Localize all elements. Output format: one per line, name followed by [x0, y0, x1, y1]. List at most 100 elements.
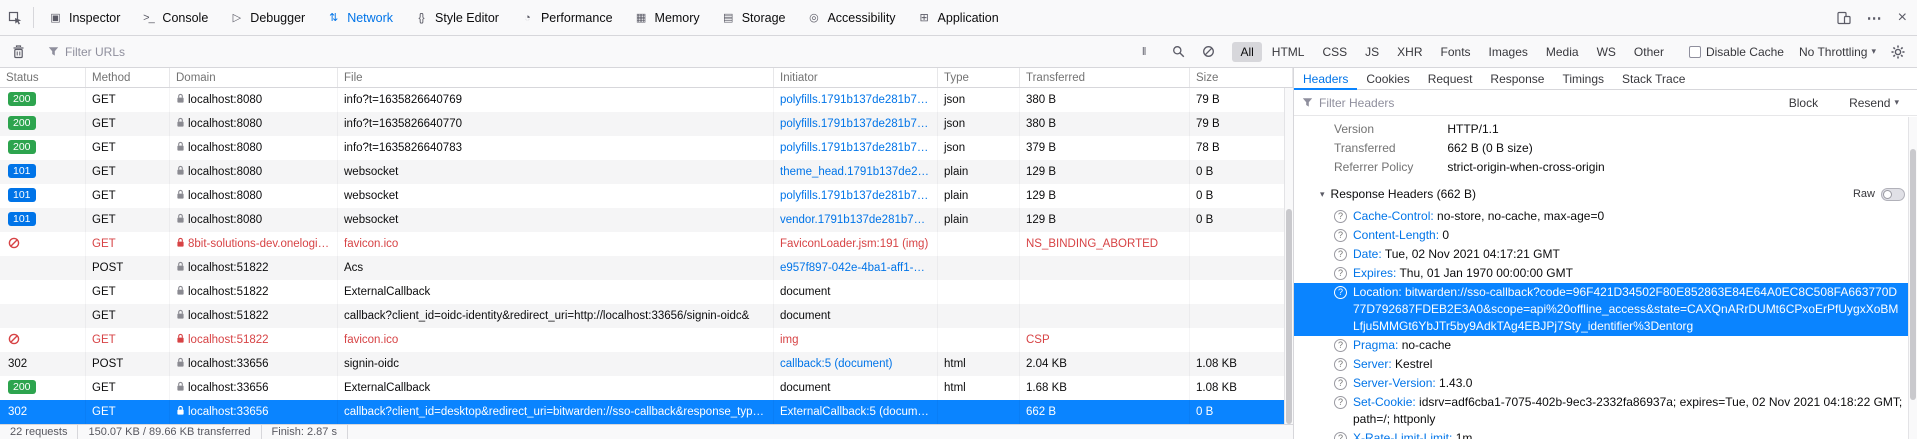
header-row[interactable]: ? Content-Length0 — [1294, 226, 1917, 245]
method-cell: GET — [86, 112, 170, 136]
block-url-button[interactable]: Block — [1783, 96, 1824, 110]
resend-button[interactable]: Resend ▾ — [1843, 96, 1905, 110]
tool-tab-accessibility[interactable]: ◎ Accessibility — [795, 0, 905, 35]
throttling-dropdown[interactable]: No Throttling ▾ — [1793, 45, 1882, 59]
filter-html[interactable]: HTML — [1264, 42, 1313, 62]
tool-tab-performance[interactable]: ◔ Performance — [509, 0, 623, 35]
filter-ws[interactable]: WS — [1589, 42, 1624, 62]
tool-tab-memory[interactable]: ▦ Memory — [623, 0, 710, 35]
close-devtools-button[interactable]: × — [1890, 9, 1915, 27]
meatball-menu-button[interactable]: ⋯ — [1859, 9, 1890, 27]
header-row[interactable]: ? Cache-Controlno-store, no-cache, max-a… — [1294, 207, 1917, 226]
details-tab-headers[interactable]: Headers — [1294, 68, 1357, 89]
filter-images[interactable]: Images — [1481, 42, 1536, 62]
filter-other[interactable]: Other — [1626, 42, 1672, 62]
filter-urls-input[interactable] — [65, 45, 1127, 59]
help-icon[interactable]: ? — [1334, 339, 1347, 352]
requests-scrollbar[interactable] — [1284, 88, 1293, 424]
col-domain[interactable]: Domain — [170, 68, 338, 87]
help-icon[interactable]: ? — [1334, 286, 1347, 299]
request-row[interactable]: 101 GET localhost:8080 websocket vendor.… — [0, 208, 1293, 232]
header-row[interactable]: ? X-Rate-Limit-Limit1m — [1294, 429, 1917, 439]
details-tab-request[interactable]: Request — [1419, 68, 1482, 89]
request-row[interactable]: 200 GET localhost:8080 info?t=1635826640… — [0, 136, 1293, 160]
request-row[interactable]: 101 GET localhost:8080 websocket polyfil… — [0, 184, 1293, 208]
details-tab-response[interactable]: Response — [1481, 68, 1553, 89]
header-value: 1m — [1456, 431, 1473, 439]
filter-fonts[interactable]: Fonts — [1433, 42, 1479, 62]
network-settings-button[interactable] — [1883, 45, 1913, 59]
tool-tab-console[interactable]: >_ Console — [130, 0, 218, 35]
tool-tab-storage[interactable]: ▤ Storage — [710, 0, 796, 35]
help-icon[interactable]: ? — [1334, 210, 1347, 223]
tool-tab-debugger[interactable]: ▷ Debugger — [218, 0, 315, 35]
tool-tab-label: Application — [938, 11, 999, 25]
method-cell: GET — [86, 88, 170, 112]
filter-media[interactable]: Media — [1538, 42, 1587, 62]
raw-toggle[interactable] — [1881, 188, 1905, 201]
request-row[interactable]: GET localhost:51822 callback?client_id=o… — [0, 304, 1293, 328]
header-row[interactable]: ? Pragmano-cache — [1294, 336, 1917, 355]
responsive-design-mode-button[interactable] — [1829, 11, 1859, 25]
request-blocking-button[interactable] — [1194, 45, 1223, 58]
help-icon[interactable]: ? — [1334, 267, 1347, 280]
request-row[interactable]: 302 GET localhost:33656 callback?client_… — [0, 400, 1293, 424]
domain-cell: localhost:8080 — [170, 184, 338, 208]
scrollbar-thumb[interactable] — [1910, 149, 1916, 400]
transferred-cell — [1020, 256, 1190, 280]
col-transferred[interactable]: Transferred — [1020, 68, 1190, 87]
help-icon[interactable]: ? — [1334, 432, 1347, 439]
header-row[interactable]: ? ServerKestrel — [1294, 355, 1917, 374]
tool-tab-network[interactable]: ⇅ Network — [315, 0, 403, 35]
tool-tab-icon: ▣ — [47, 11, 63, 24]
pause-traffic-button[interactable]: ‖ — [1134, 46, 1156, 58]
search-button[interactable] — [1164, 45, 1193, 58]
tool-tab-inspector[interactable]: ▣ Inspector — [37, 0, 130, 35]
disable-cache-checkbox[interactable]: Disable Cache — [1681, 45, 1792, 59]
header-row[interactable]: ? DateTue, 02 Nov 2021 04:17:21 GMT — [1294, 245, 1917, 264]
scrollbar-thumb[interactable] — [1286, 209, 1292, 424]
details-scrollbar[interactable] — [1908, 117, 1917, 439]
request-row[interactable]: GET 8bit-solutions-dev.onelogin… favicon… — [0, 232, 1293, 256]
header-row[interactable]: ? ExpiresThu, 01 Jan 1970 00:00:00 GMT — [1294, 264, 1917, 283]
transferred-cell: CSP — [1020, 328, 1190, 352]
request-row[interactable]: 200 GET localhost:8080 info?t=1635826640… — [0, 112, 1293, 136]
request-row[interactable]: 200 GET localhost:33656 ExternalCallback… — [0, 376, 1293, 400]
col-size[interactable]: Size — [1190, 68, 1293, 87]
request-row[interactable]: 302 POST localhost:33656 signin-oidc cal… — [0, 352, 1293, 376]
col-method[interactable]: Method — [86, 68, 170, 87]
request-row[interactable]: POST localhost:51822 Acs e957f897-042e-4… — [0, 256, 1293, 280]
request-row[interactable]: 200 GET localhost:8080 info?t=1635826640… — [0, 88, 1293, 112]
header-row[interactable]: ? Set-Cookieidsrv=adf6cba1-7075-402b-9ec… — [1294, 393, 1917, 429]
details-tab-timings[interactable]: Timings — [1553, 68, 1613, 89]
tool-tab-application[interactable]: ⊞ Application — [906, 0, 1009, 35]
help-icon[interactable]: ? — [1334, 396, 1347, 409]
request-row[interactable]: 101 GET localhost:8080 websocket theme_h… — [0, 160, 1293, 184]
col-initiator[interactable]: Initiator — [774, 68, 938, 87]
help-icon[interactable]: ? — [1334, 377, 1347, 390]
request-row[interactable]: GET localhost:51822 favicon.ico img CSP — [0, 328, 1293, 352]
domain-cell: localhost:33656 — [170, 376, 338, 400]
help-icon[interactable]: ? — [1334, 358, 1347, 371]
filter-css[interactable]: CSS — [1314, 42, 1355, 62]
initiator-cell: vendor.1791b137de281b787… — [774, 208, 938, 232]
tool-tab-style-editor[interactable]: {} Style Editor — [403, 0, 509, 35]
node-picker-button[interactable] — [0, 0, 30, 35]
details-tab-cookies[interactable]: Cookies — [1357, 68, 1418, 89]
header-value: 1.43.0 — [1439, 376, 1472, 390]
clear-requests-button[interactable] — [4, 45, 33, 59]
request-row[interactable]: GET localhost:51822 ExternalCallback doc… — [0, 280, 1293, 304]
help-icon[interactable]: ? — [1334, 229, 1347, 242]
header-row[interactable]: ? Locationbitwarden://sso-callback?code=… — [1294, 283, 1917, 336]
header-row[interactable]: ? Server-Version1.43.0 — [1294, 374, 1917, 393]
response-headers-section-header[interactable]: ▾ Response Headers (662 B) Raw — [1294, 183, 1917, 205]
filter-xhr[interactable]: XHR — [1389, 42, 1430, 62]
help-icon[interactable]: ? — [1334, 248, 1347, 261]
col-type[interactable]: Type — [938, 68, 1020, 87]
filter-headers-input[interactable] — [1319, 96, 1777, 110]
details-tab-stack-trace[interactable]: Stack Trace — [1613, 68, 1694, 89]
filter-js[interactable]: JS — [1357, 42, 1387, 62]
filter-all[interactable]: All — [1232, 42, 1261, 62]
col-status[interactable]: Status — [0, 68, 86, 87]
col-file[interactable]: File — [338, 68, 774, 87]
